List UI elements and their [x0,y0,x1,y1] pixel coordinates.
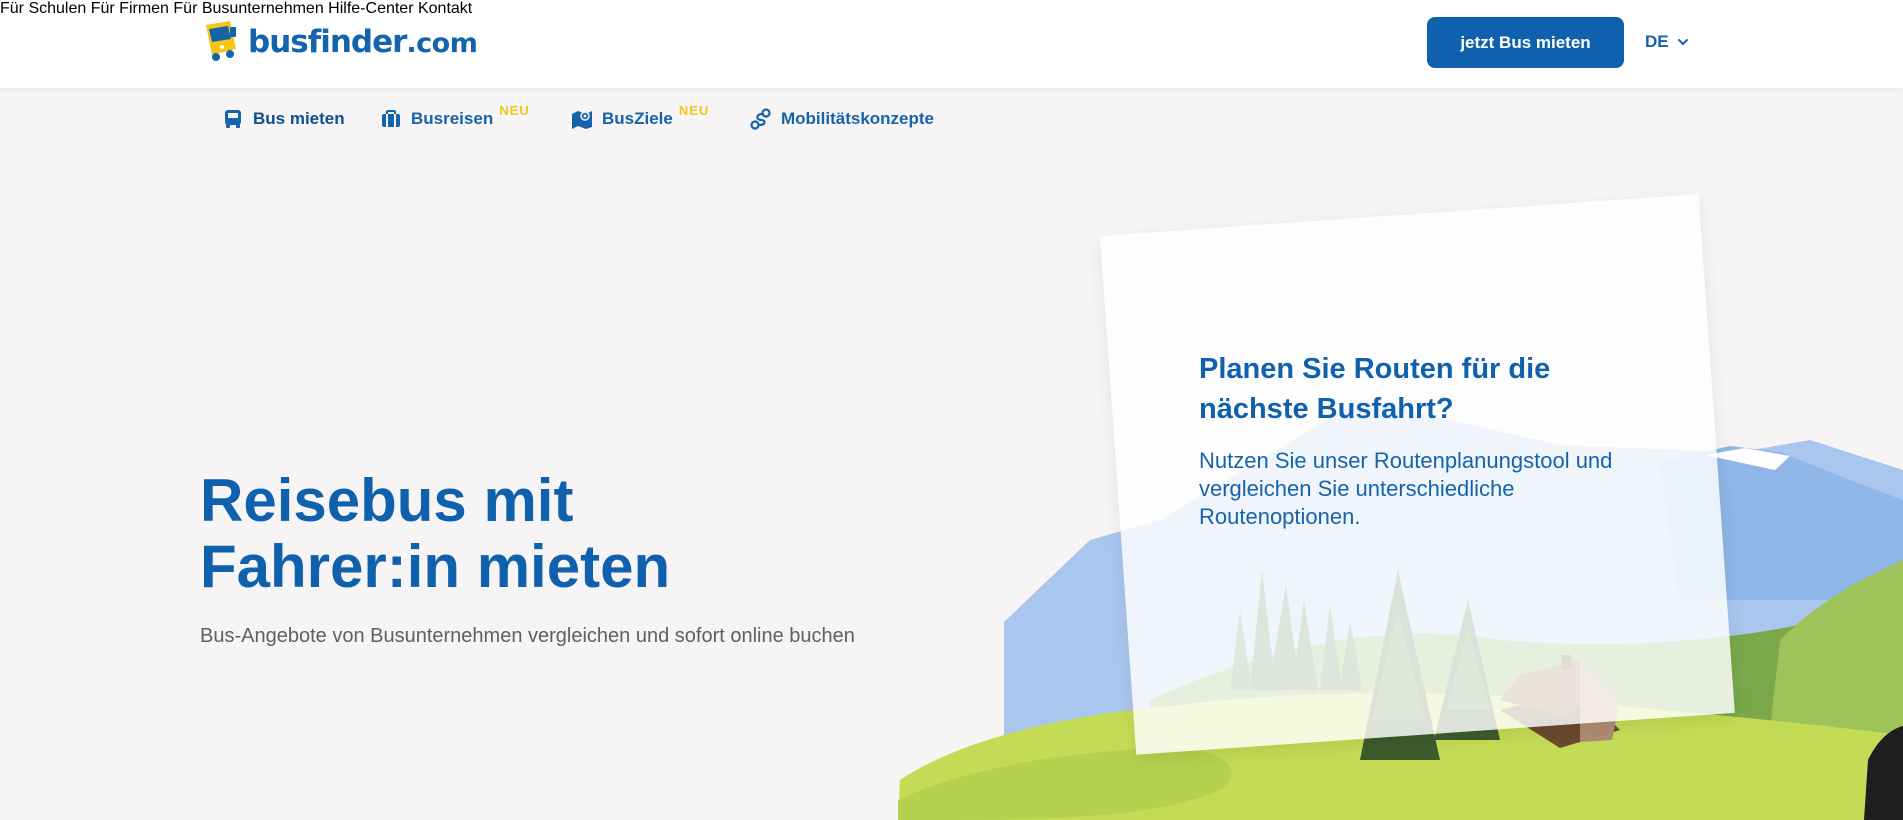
bus-logo-icon [206,21,236,61]
promo-title: Planen Sie Routen für die nächste Busfah… [1199,353,1551,425]
main-navigation: Für Schulen Für Firmen Für Busunternehme… [0,0,1903,18]
logo-wordmark: busfinder.com [248,24,478,60]
route-icon [750,108,771,130]
subnav-item-busziele[interactable]: BusZiele NEU [571,103,709,130]
rent-bus-button[interactable]: jetzt Bus mieten [1427,17,1624,68]
hero-subtitle: Bus-Angebote von Busunternehmen vergleic… [200,625,855,647]
nav-link-kontakt[interactable]: Kontakt [418,0,472,17]
new-badge: NEU [678,102,710,118]
hero-title-line1: Reisebus mit [200,467,574,534]
nav-link-hilfe-center[interactable]: Hilfe-Center [328,0,413,17]
nav-link-firmen[interactable]: Für Firmen [91,0,169,17]
subnav-label: BusZiele [602,109,673,128]
logo-name: busfinder [248,24,407,60]
bus-icon [225,110,241,128]
new-badge: NEU [499,102,530,118]
subnav-item-busreisen[interactable]: Busreisen NEU [380,103,530,130]
subnav-item-bus-mieten[interactable]: Bus mieten [222,108,345,130]
subnav-label: Busreisen [411,109,494,128]
site-header: busfinder.com Für Schulen Für Firmen Für… [0,0,1903,88]
hero-title-line2: Fahrer:in mieten [200,533,671,600]
logo-tld: .com [406,28,478,59]
map-icon [572,111,592,129]
language-label: DE [1645,32,1669,51]
promo-text: Nutzen Sie unser Routenplanungstool und … [1199,448,1613,529]
busfinder-logo[interactable]: busfinder.com [200,18,478,66]
suitcase-icon [382,110,400,127]
nav-link-schulen[interactable]: Für Schulen [0,0,86,17]
language-selector[interactable]: DE [1645,32,1689,52]
chevron-down-icon [1677,39,1688,46]
nav-link-busunternehmen[interactable]: Für Busunternehmen [173,0,323,17]
hero-title: Reisebus mit Fahrer:in mieten [200,468,900,600]
subnav-label: Bus mieten [253,109,345,128]
